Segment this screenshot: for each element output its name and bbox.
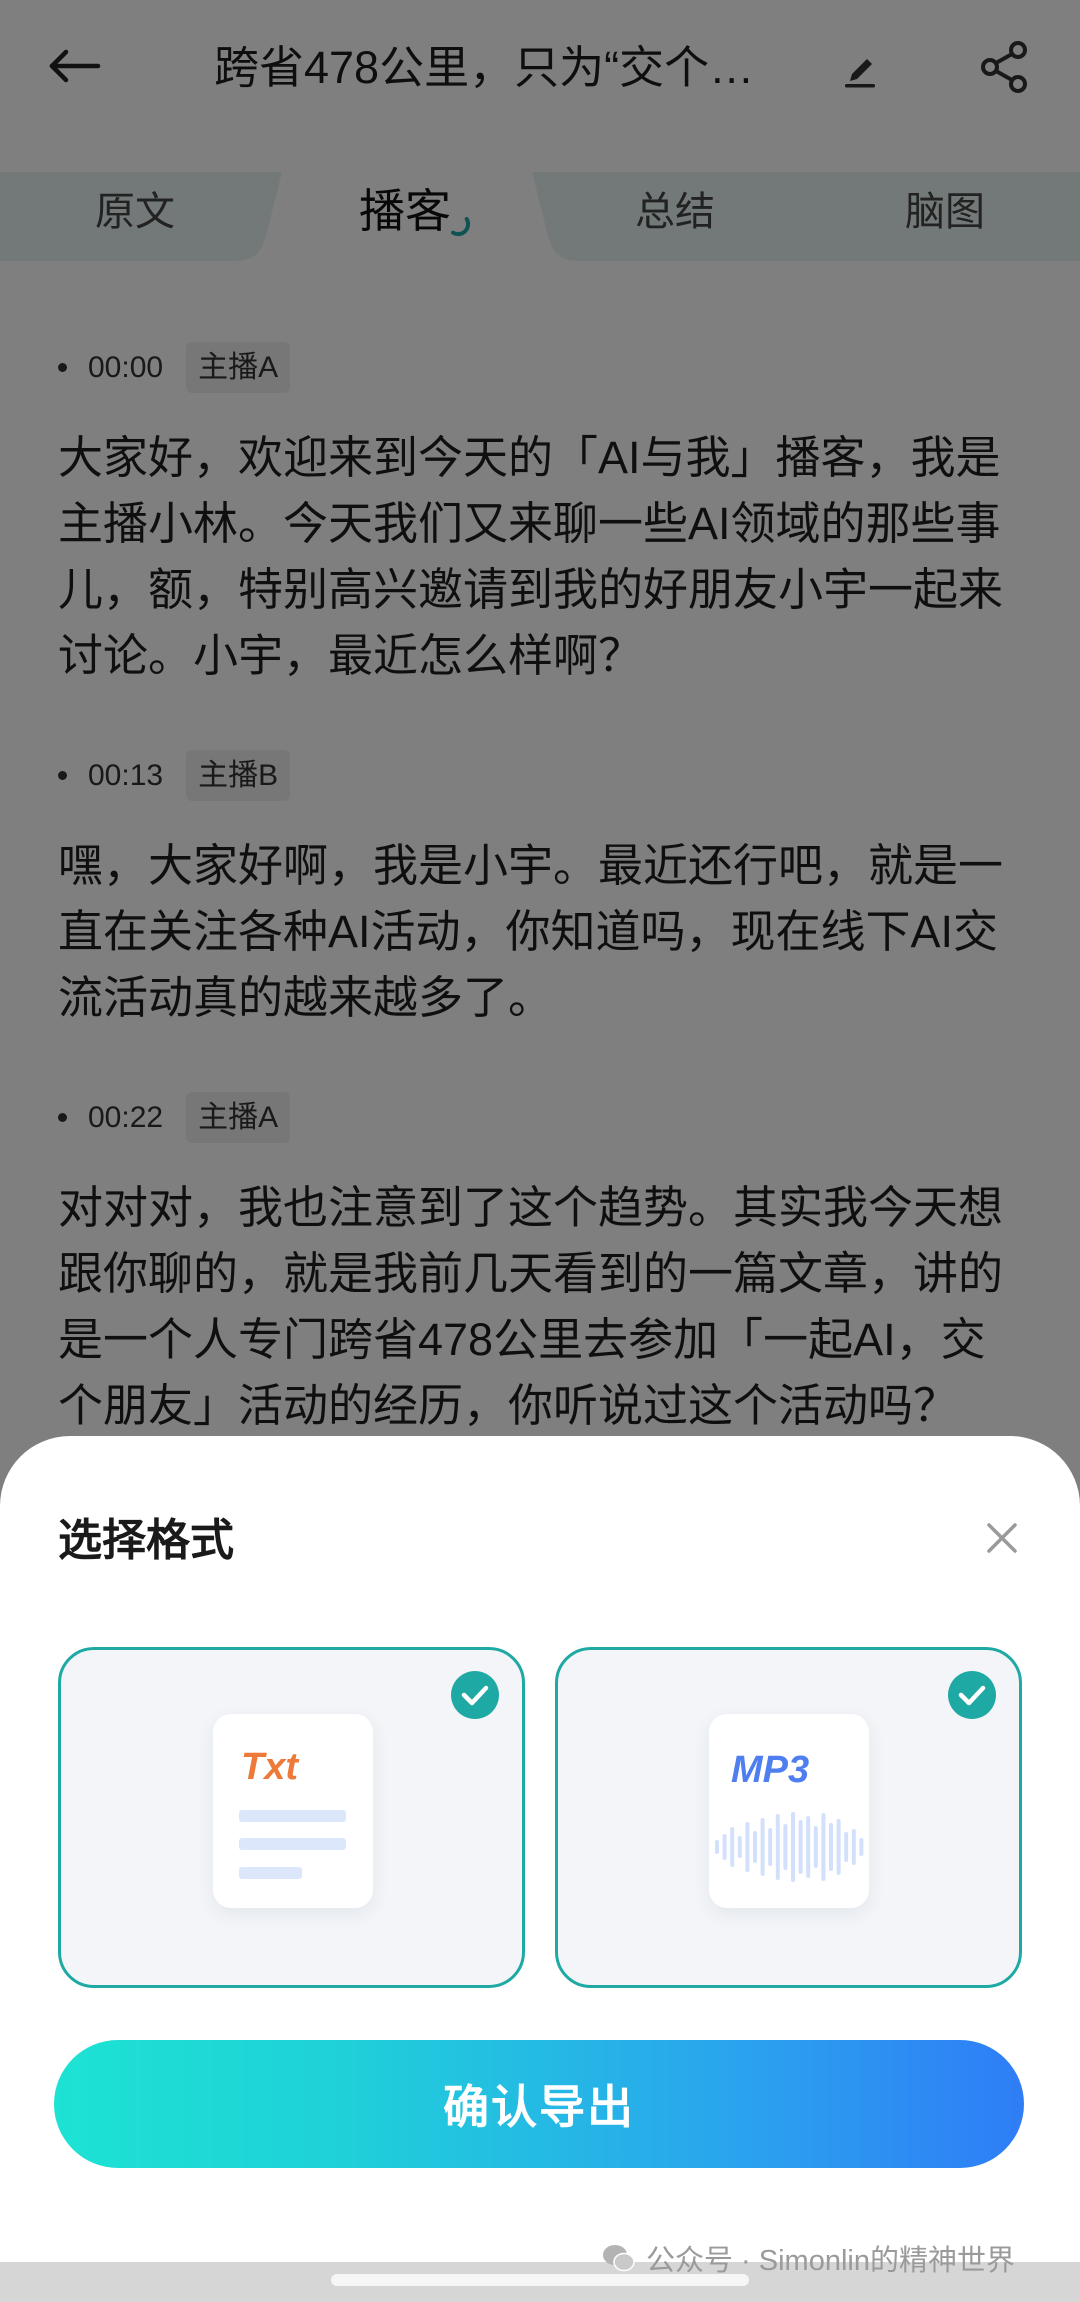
mp3-audio-icon: MP3	[709, 1714, 869, 1908]
waveform-icon	[715, 1812, 864, 1882]
check-circle-icon	[451, 1671, 499, 1719]
close-icon[interactable]	[985, 1521, 1019, 1555]
watermark-text: 公众号 · Simonlin的精神世界	[646, 2245, 1015, 2277]
doc-line	[239, 1867, 302, 1879]
txt-file-icon: Txt	[213, 1714, 373, 1908]
format-card-mp3[interactable]: MP3	[555, 1647, 1022, 1988]
check-circle-icon	[948, 1671, 996, 1719]
sheet-title: 选择格式	[58, 1516, 234, 1565]
doc-line	[239, 1810, 346, 1822]
format-label-mp3: MP3	[731, 1749, 810, 1791]
doc-line	[239, 1838, 346, 1850]
watermark: 公众号 · Simonlin的精神世界	[602, 2240, 1015, 2277]
export-format-sheet: 选择格式 Txt MP3 确认导出	[0, 1436, 1080, 2302]
app-screen: 跨省478公里，只为“交个… 原文 播客 总结 脑图 00:0	[0, 0, 1080, 2302]
format-label-txt: Txt	[241, 1746, 298, 1788]
wechat-icon	[603, 2245, 635, 2272]
confirm-export-button[interactable]: 确认导出	[54, 2040, 1024, 2168]
format-card-txt[interactable]: Txt	[58, 1647, 525, 1988]
